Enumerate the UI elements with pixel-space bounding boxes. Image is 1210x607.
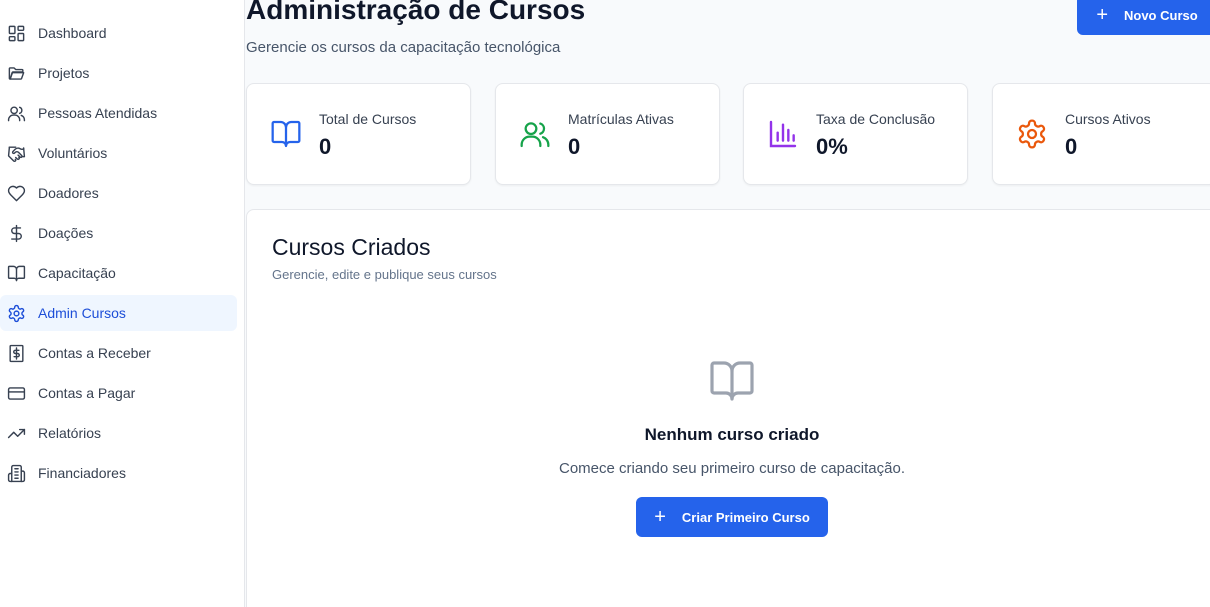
dollar-icon — [6, 223, 26, 243]
courses-panel-subtitle: Gerencie, edite e publique seus cursos — [272, 267, 497, 282]
stat-card-total-cursos: Total de Cursos 0 — [246, 83, 471, 185]
handshake-icon — [6, 143, 26, 163]
sidebar-item-doadores[interactable]: Doadores — [0, 175, 237, 211]
sidebar-item-voluntarios[interactable]: Voluntários — [0, 135, 237, 171]
users-icon — [6, 103, 26, 123]
sidebar-item-label: Projetos — [38, 65, 90, 81]
sidebar-item-label: Doações — [38, 225, 94, 241]
courses-panel: Cursos Criados Gerencie, edite e publiqu… — [246, 209, 1210, 607]
sidebar-item-contas-a-pagar[interactable]: Contas a Pagar — [0, 375, 237, 411]
book-icon — [270, 118, 302, 150]
users-icon — [519, 118, 551, 150]
sidebar-item-contas-a-receber[interactable]: Contas a Receber — [0, 335, 237, 371]
sidebar-item-doacoes[interactable]: Doações — [0, 215, 237, 251]
sidebar-item-label: Admin Cursos — [38, 305, 126, 321]
stat-value: 0 — [568, 134, 581, 159]
folder-icon — [6, 63, 26, 83]
sidebar-item-dashboard[interactable]: Dashboard — [0, 15, 237, 51]
sidebar-item-label: Doadores — [38, 185, 99, 201]
sidebar-item-pessoas-atendidas[interactable]: Pessoas Atendidas — [0, 95, 237, 131]
sidebar-item-label: Contas a Receber — [38, 345, 151, 361]
bar-chart-icon — [767, 118, 799, 150]
courses-panel-title: Cursos Criados — [272, 234, 431, 260]
plus-icon: + — [654, 506, 666, 528]
gear-icon — [6, 303, 26, 323]
sidebar-item-label: Contas a Pagar — [38, 385, 136, 401]
sidebar-item-financiadores[interactable]: Financiadores — [0, 455, 237, 491]
gear-icon — [1016, 118, 1048, 150]
building-icon — [6, 463, 26, 483]
heart-icon — [6, 183, 26, 203]
stat-card-taxa-conclusao: Taxa de Conclusão 0% — [743, 83, 968, 185]
create-first-course-button-label: Criar Primeiro Curso — [681, 509, 810, 525]
stat-value: 0 — [319, 134, 332, 159]
trending-up-icon — [6, 423, 26, 443]
book-icon — [6, 263, 26, 283]
plus-icon: + — [1096, 4, 1108, 26]
sidebar: Dashboard Projetos Pessoas Atendidas Vol… — [0, 0, 245, 607]
sidebar-item-label: Relatórios — [38, 425, 102, 441]
empty-state-description: Comece criando seu primeiro curso de cap… — [558, 460, 905, 477]
sidebar-item-label: Financiadores — [38, 465, 126, 481]
stat-card-matriculas-ativas: Matrículas Ativas 0 — [495, 83, 720, 185]
empty-state-title: Nenhum curso criado — [644, 425, 820, 444]
sidebar-item-label: Dashboard — [38, 25, 107, 41]
page-subtitle: Gerencie os cursos da capacitação tecnol… — [246, 39, 561, 56]
stat-label: Total de Cursos — [319, 111, 417, 127]
receipt-icon — [6, 343, 26, 363]
book-icon — [708, 357, 756, 405]
sidebar-item-relatorios[interactable]: Relatórios — [0, 415, 237, 451]
stat-value: 0 — [1065, 134, 1078, 159]
sidebar-item-label: Pessoas Atendidas — [38, 105, 158, 121]
stat-label: Cursos Ativos — [1065, 111, 1151, 127]
sidebar-item-label: Capacitação — [38, 265, 116, 281]
sidebar-item-label: Voluntários — [38, 145, 108, 161]
dashboard-icon — [6, 23, 26, 43]
stat-value: 0% — [816, 134, 848, 159]
stat-label: Matrículas Ativas — [568, 111, 674, 127]
credit-card-icon — [6, 383, 26, 403]
new-course-button[interactable]: + Novo Curso — [1077, 0, 1210, 35]
create-first-course-button[interactable]: + Criar Primeiro Curso — [636, 497, 828, 537]
sidebar-item-capacitacao[interactable]: Capacitação — [0, 255, 237, 291]
sidebar-item-projetos[interactable]: Projetos — [0, 55, 237, 91]
new-course-button-label: Novo Curso — [1124, 7, 1198, 23]
sidebar-item-admin-cursos[interactable]: Admin Cursos — [0, 295, 237, 331]
page-title: Administração de Cursos — [246, 0, 586, 25]
main-content: Administração de Cursos Gerencie os curs… — [246, 0, 1210, 607]
stat-label: Taxa de Conclusão — [816, 111, 936, 127]
stat-card-cursos-ativos: Cursos Ativos 0 — [992, 83, 1210, 185]
